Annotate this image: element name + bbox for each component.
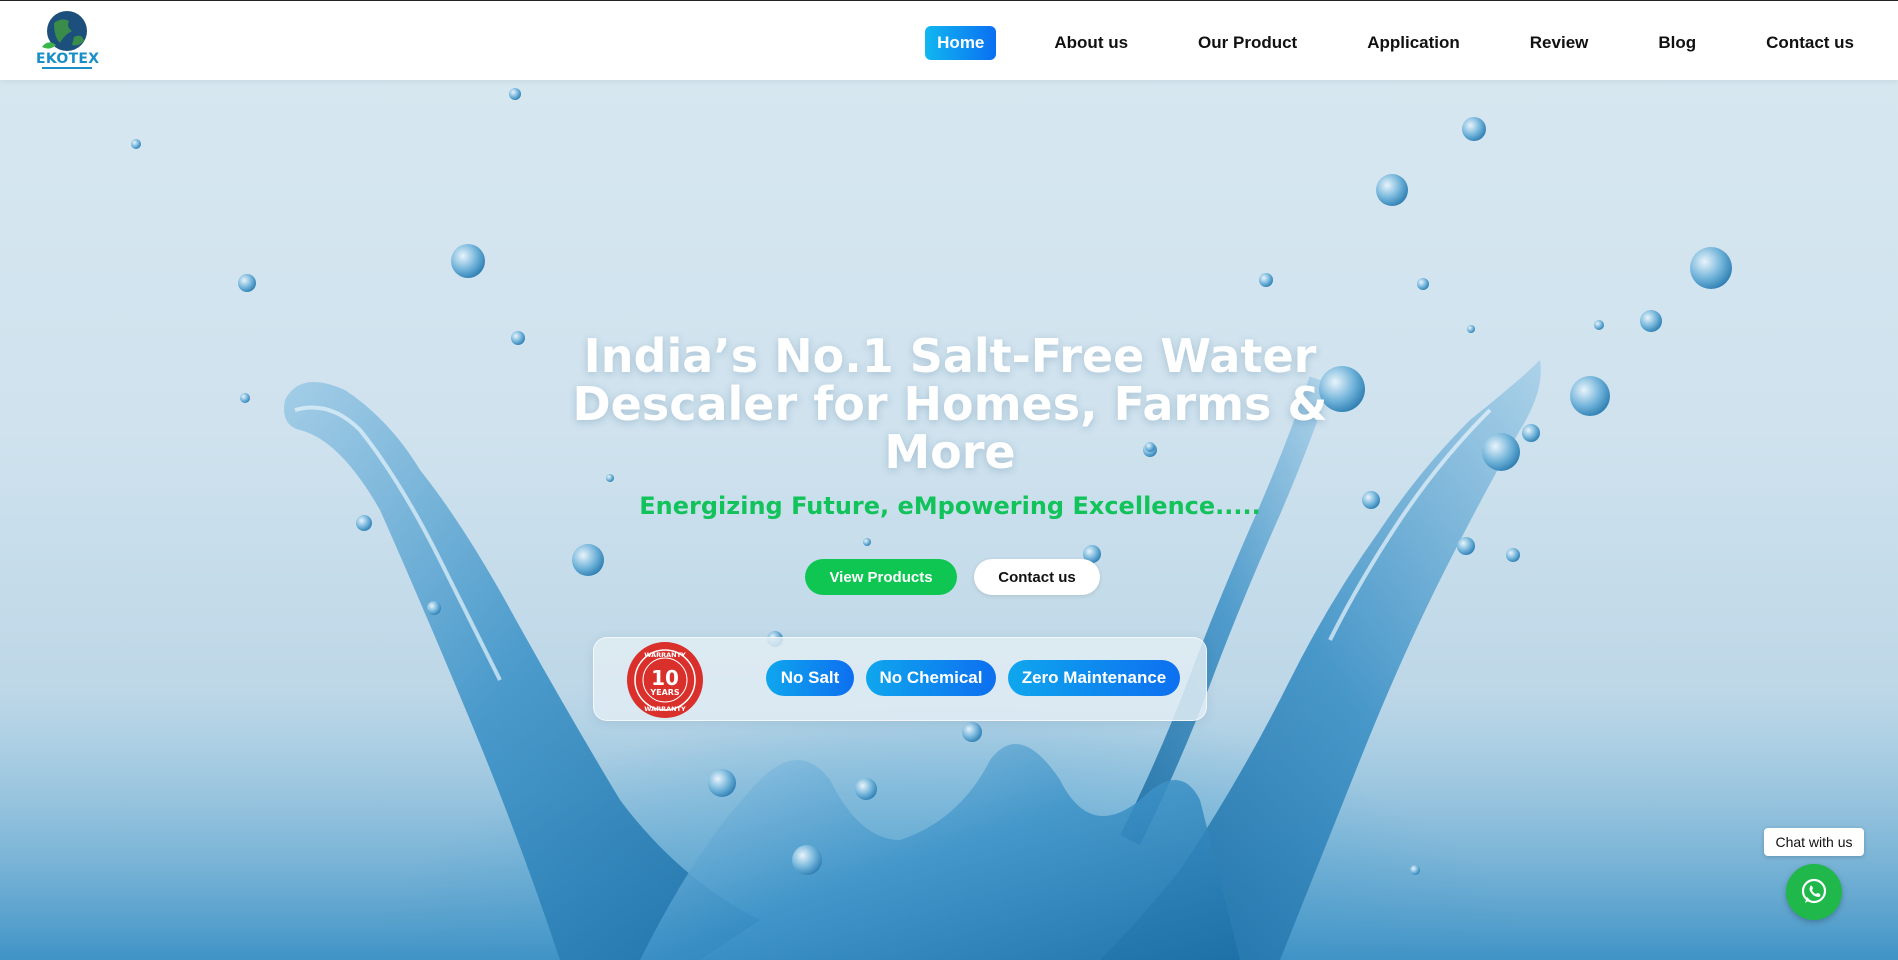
hero-title-line-2: Descaler for Homes, Farms & (572, 377, 1328, 431)
nav-about-us[interactable]: About us (1042, 26, 1140, 60)
seal-number: 10 (651, 666, 679, 690)
seal-unit: YEARS (649, 688, 680, 697)
feature-pill-no-chemical: No Chemical (866, 660, 996, 696)
hero-section: India’s No.1 Salt-Free Water Descaler fo… (0, 80, 1898, 960)
seal-top-text: WARRANTY (644, 651, 686, 659)
nav-application[interactable]: Application (1355, 26, 1472, 60)
seal-bottom-text: WARRANTY (644, 705, 686, 713)
hero-subtitle: Energizing Future, eMpowering Excellence… (639, 492, 1261, 520)
feature-bar: WARRANTY 10 YEARS WARRANTY No Salt No Ch… (593, 637, 1207, 721)
chat-label[interactable]: Chat with us (1764, 828, 1864, 856)
nav-blog[interactable]: Blog (1646, 26, 1708, 60)
hero-contact-button[interactable]: Contact us (974, 559, 1100, 595)
nav-home[interactable]: Home (925, 26, 997, 60)
main-nav: Home About us Our Product Application Re… (925, 26, 1866, 60)
hero-title: India’s No.1 Salt-Free Water Descaler fo… (560, 332, 1340, 476)
warranty-seal-icon: WARRANTY 10 YEARS WARRANTY (627, 642, 703, 718)
feature-pill-no-salt: No Salt (766, 660, 854, 696)
hero-title-line-1: India’s No.1 Salt-Free Water (583, 329, 1317, 383)
nav-contact-us[interactable]: Contact us (1754, 26, 1866, 60)
view-products-button[interactable]: View Products (805, 559, 957, 595)
feature-pill-zero-maintenance: Zero Maintenance (1008, 660, 1180, 696)
nav-our-product[interactable]: Our Product (1186, 26, 1309, 60)
brand-name: EKOTEX (36, 51, 100, 67)
whatsapp-icon (1801, 878, 1827, 904)
hero-title-line-3: More (884, 425, 1016, 479)
site-header: EKOTEX Home About us Our Product Applica… (0, 0, 1898, 80)
water-splash-background (0, 88, 1898, 960)
nav-review[interactable]: Review (1518, 26, 1601, 60)
whatsapp-chat-button[interactable] (1786, 864, 1842, 920)
